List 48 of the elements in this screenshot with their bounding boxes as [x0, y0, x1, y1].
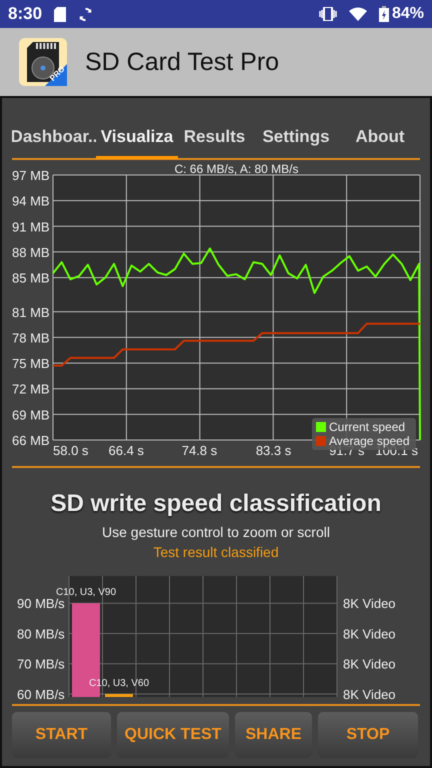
video-label: 8K Video	[343, 596, 396, 612]
y-axis-label: 69 MB	[12, 407, 50, 422]
x-axis-label: 83.3 s	[256, 443, 292, 458]
vibrate-icon	[318, 7, 337, 21]
y-axis-label: 91 MB	[12, 219, 50, 234]
action-button[interactable]: QUICK TEST	[117, 712, 229, 758]
video-label: 8K Video	[343, 626, 396, 642]
video-label: 8K Video	[343, 656, 396, 672]
y-axis-label: 88 MB	[12, 244, 50, 260]
y-axis-label: 75 MB	[12, 356, 50, 372]
action-button[interactable]: START	[12, 712, 111, 758]
y-axis-label: 72 MB	[12, 382, 50, 397]
battery-icon	[378, 6, 389, 22]
x-axis-label: 74.8 s	[182, 443, 218, 458]
chart-title: C: 66 MB/s, A: 80 MB/s	[174, 162, 299, 176]
wifi-icon	[348, 7, 367, 21]
bar-label: C10, U3, V90	[56, 587, 116, 598]
tab[interactable]: About	[341, 118, 419, 159]
app-icon	[19, 38, 67, 86]
y-axis-label: 94 MB	[12, 194, 50, 209]
y-axis-label: 85 MB	[12, 270, 50, 286]
app-title: SD Card Test Pro	[85, 48, 280, 76]
clock: 8:30	[8, 4, 42, 24]
tab[interactable]: Visualiza	[96, 118, 178, 159]
legend-label: Current speed	[329, 420, 406, 434]
tab[interactable]: Results	[178, 118, 251, 159]
y-axis-label: 81 MB	[12, 304, 50, 320]
speed-bar	[105, 694, 133, 697]
tab[interactable]: Dashboar..	[12, 118, 96, 159]
y-axis-label: 78 MB	[12, 330, 50, 346]
x-axis-label: 66.4 s	[108, 443, 144, 458]
y-axis-label: 90 MB/s	[17, 596, 65, 612]
sd-card-icon	[54, 6, 66, 22]
result-status: Test result classified	[153, 544, 279, 560]
sync-icon	[78, 6, 94, 22]
y-axis-label: 97 MB	[12, 168, 50, 183]
action-button[interactable]: STOP	[318, 712, 418, 758]
y-axis-label: 66 MB	[12, 433, 50, 448]
y-axis-label: 80 MB/s	[17, 626, 65, 642]
hint-text: Use gesture control to zoom or scroll	[102, 524, 330, 540]
section-title: SD write speed classification	[50, 490, 382, 518]
battery-level: 84%	[392, 5, 424, 23]
tab[interactable]: Settings	[251, 118, 341, 159]
video-label: 8K Video	[343, 686, 396, 702]
y-axis-label: 60 MB/s	[17, 686, 65, 702]
action-button[interactable]: SHARE	[235, 712, 312, 758]
x-axis-label: 58.0 s	[53, 443, 88, 458]
y-axis-label: 70 MB/s	[17, 656, 65, 672]
